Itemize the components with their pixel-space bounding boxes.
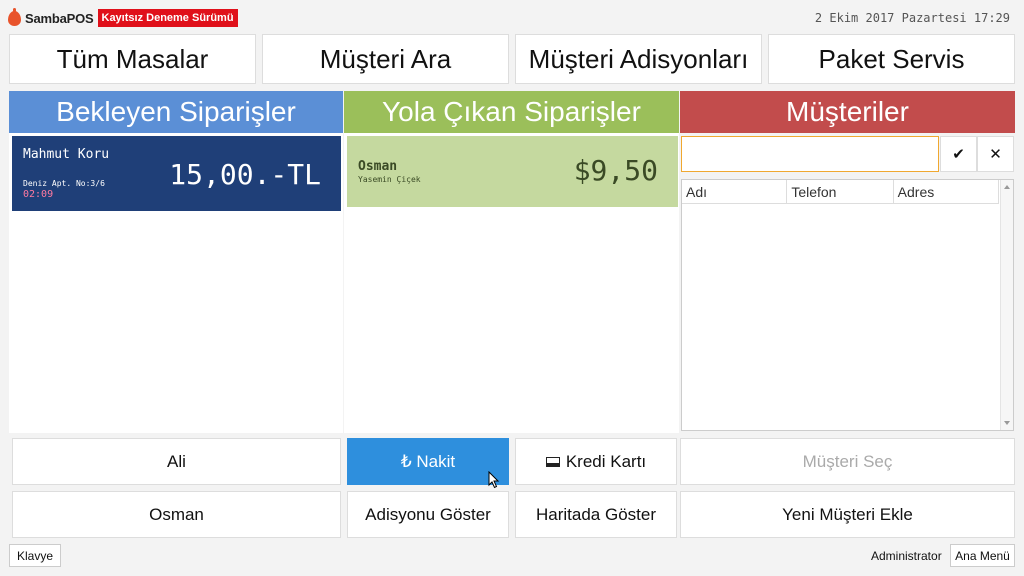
on-the-way-order-card[interactable]: Osman Yasemin Çiçek $9,50 — [347, 136, 678, 207]
confirm-search-button[interactable]: ✔ — [940, 136, 977, 172]
credit-card-icon — [545, 456, 560, 467]
order-customer-name: Mahmut Koru — [23, 147, 110, 162]
mouse-cursor-icon — [488, 471, 500, 489]
driver-osman-button[interactable]: Osman — [12, 491, 341, 538]
customers-header: Müşteriler — [680, 91, 1015, 133]
column-header-name[interactable]: Adı — [682, 180, 788, 203]
customer-search-button[interactable]: Müşteri Ara — [262, 34, 509, 84]
main-menu-button[interactable]: Ana Menü — [950, 544, 1015, 567]
order-driver-name: Yasemin Çiçek — [358, 175, 421, 184]
show-on-map-button[interactable]: Haritada Göster — [515, 491, 677, 538]
pending-orders-header: Bekleyen Siparişler — [9, 91, 343, 133]
customer-tickets-button[interactable]: Müşteri Adisyonları — [515, 34, 762, 84]
pending-order-card[interactable]: Mahmut Koru Deniz Apt. No:3/6 02:09 15,0… — [12, 136, 341, 211]
close-icon: ✕ — [989, 146, 1002, 163]
scroll-down-arrow-icon[interactable] — [1004, 421, 1010, 425]
all-tables-button[interactable]: Tüm Masalar — [9, 34, 256, 84]
new-customer-button[interactable]: Yeni Müşteri Ekle — [680, 491, 1015, 538]
order-amount: 15,00.-TL — [169, 158, 321, 191]
checkmark-icon: ✔ — [952, 146, 965, 163]
scroll-up-arrow-icon[interactable] — [1004, 185, 1010, 189]
logo-text: SambaPOS — [25, 10, 94, 26]
driver-ali-button[interactable]: Ali — [12, 438, 341, 485]
app-logo: SambaPOS Kayıtsız Deneme Sürümü — [8, 7, 238, 28]
grid-scrollbar[interactable] — [1000, 180, 1013, 430]
trial-badge: Kayıtsız Deneme Sürümü — [97, 9, 238, 27]
clear-search-button[interactable]: ✕ — [977, 136, 1014, 172]
customer-grid[interactable]: Adı Telefon Adres — [681, 179, 1014, 431]
credit-card-button[interactable]: Kredi Kartı — [515, 438, 677, 485]
credit-card-label: Kredi Kartı — [565, 451, 647, 471]
cash-payment-button[interactable]: ₺ Nakit — [347, 438, 509, 485]
select-customer-button[interactable]: Müşteri Seç — [680, 438, 1015, 485]
customer-search-input[interactable] — [681, 136, 939, 172]
column-header-phone[interactable]: Telefon — [787, 180, 894, 203]
sambapos-logo-icon — [8, 7, 21, 26]
sambapos-window: SambaPOS Kayıtsız Deneme Sürümü 2 Ekim 2… — [0, 0, 1024, 576]
keyboard-button[interactable]: Klavye — [9, 544, 61, 567]
order-customer-name: Osman — [358, 159, 398, 174]
order-amount: $9,50 — [573, 154, 658, 187]
delivery-button[interactable]: Paket Servis — [768, 34, 1015, 84]
column-header-address[interactable]: Adres — [894, 180, 999, 203]
current-user-label: Administrator — [871, 549, 942, 563]
grid-header: Adı Telefon Adres — [682, 180, 999, 204]
order-address: Deniz Apt. No:3/6 — [23, 179, 105, 188]
show-ticket-button[interactable]: Adisyonu Göster — [347, 491, 509, 538]
order-elapsed-time: 02:09 — [23, 189, 54, 200]
datetime-display: 2 Ekim 2017 Pazartesi 17:29 — [814, 11, 1010, 25]
on-the-way-orders-header: Yola Çıkan Siparişler — [344, 91, 679, 133]
